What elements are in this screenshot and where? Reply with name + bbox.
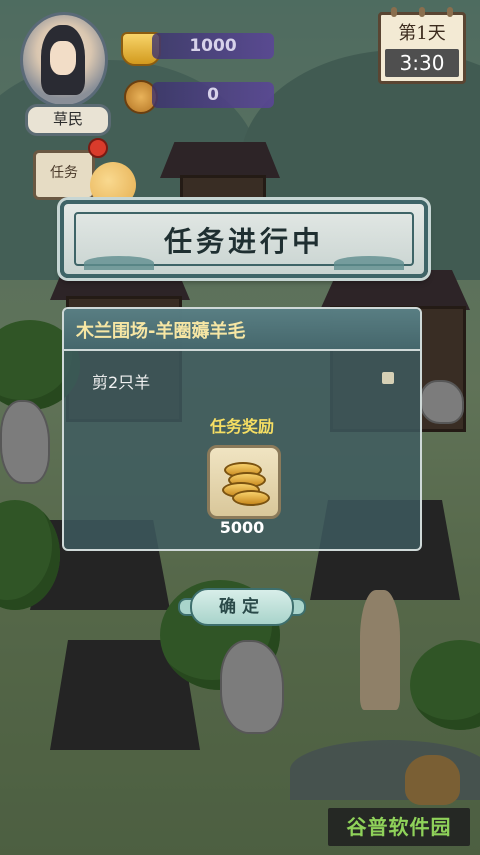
task-status-checkbox: [382, 372, 394, 384]
gold-amount: 1000: [152, 33, 274, 59]
task-scroll-button[interactable]: 任务: [33, 150, 95, 200]
reward-amount: 5000: [219, 518, 265, 537]
task-header: 木兰围场-羊圈薅羊毛: [64, 309, 420, 351]
dialog-title-banner: 任务进行中: [60, 200, 428, 278]
player-rank-badge: 草民: [25, 104, 111, 136]
game-time: 3:30: [385, 49, 459, 77]
day-calendar: 第1天 3:30: [378, 7, 466, 84]
gold-coin: [232, 490, 270, 506]
notification-dot-icon: [88, 138, 108, 158]
player-avatar[interactable]: [20, 12, 108, 108]
reward-item-slot[interactable]: [207, 445, 281, 519]
copper-amount: 0: [152, 82, 274, 108]
task-name: 木兰围场-羊圈薅羊毛: [76, 321, 246, 342]
avatar-face: [50, 41, 76, 75]
reward-heading: 任务奖励: [209, 417, 274, 436]
dialog-title: 任务进行中: [163, 225, 324, 258]
task-dialog-panel: 木兰围场-羊圈薅羊毛 剪2只羊 任务奖励 5000: [62, 307, 422, 551]
calendar-rings: [391, 7, 453, 17]
task-requirement: 剪2只羊: [92, 373, 151, 392]
site-watermark: 谷普软件园: [328, 808, 470, 846]
confirm-button[interactable]: 确定: [190, 588, 294, 626]
day-label: 第1天: [398, 23, 446, 44]
